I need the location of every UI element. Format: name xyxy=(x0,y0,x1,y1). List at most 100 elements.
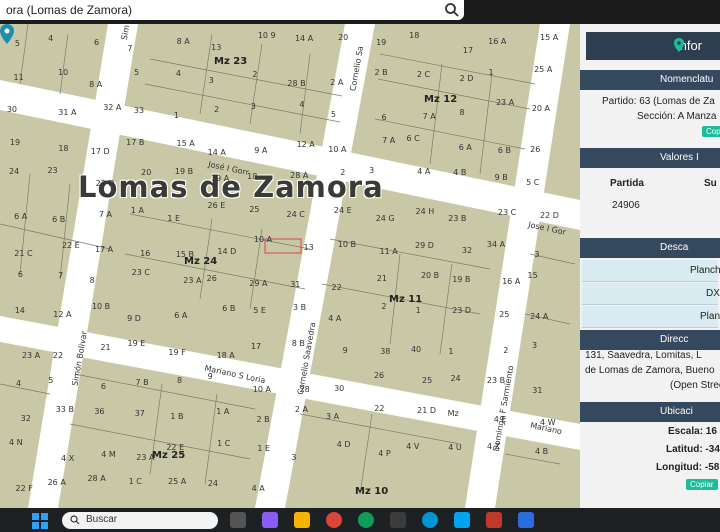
parcel-number: 23 D xyxy=(452,305,472,315)
parcel-number: 16 xyxy=(140,248,151,258)
escala-text: Escala: 16 xyxy=(668,426,717,437)
parcel-number: 3 xyxy=(291,453,297,463)
parcel-number: 20 A xyxy=(531,103,551,113)
parcel-number: 24 G xyxy=(375,214,395,224)
parcel-number: 5 xyxy=(330,110,336,120)
parcel-number: 19 B xyxy=(174,166,194,176)
edge-icon[interactable] xyxy=(358,512,374,528)
parcel-number: 25 xyxy=(499,309,510,319)
parcel-number: 24 xyxy=(450,373,461,383)
location-pin-icon[interactable] xyxy=(0,24,14,44)
mail-icon[interactable] xyxy=(518,512,534,528)
address-line-3: (Open Stree xyxy=(670,380,720,391)
parcel-number: 14 A xyxy=(207,147,226,157)
top-bar: ora (Lomas de Zamora) xyxy=(0,0,720,24)
search-icon[interactable] xyxy=(444,2,460,18)
parcel-number: 22 xyxy=(331,282,342,292)
hp-icon[interactable] xyxy=(422,512,438,528)
parcel-number: 19 B xyxy=(452,274,471,284)
direccion-title: Direcc xyxy=(580,330,720,350)
copy-coordinates-button[interactable]: Copiar xyxy=(686,479,718,490)
parcel-number: 2 A xyxy=(294,405,308,415)
parcel-number: 2 xyxy=(214,105,220,115)
parcel-number: 33 B xyxy=(55,404,74,414)
download-dxf[interactable]: DXF xyxy=(582,283,720,305)
parcel-number: 2 C xyxy=(416,70,431,80)
download-plano[interactable]: Planc xyxy=(582,306,720,328)
windows-start-icon[interactable] xyxy=(32,513,48,529)
parcel-number: 12 A xyxy=(296,139,315,149)
parcel-number: 10 A xyxy=(252,384,271,394)
parcel-number: 4 E xyxy=(493,414,507,424)
copilot-icon[interactable] xyxy=(262,512,278,528)
parcel-number: 17 B xyxy=(126,137,145,147)
store-icon[interactable] xyxy=(390,512,406,528)
parcel-number: 3 xyxy=(368,166,375,175)
taskbar-search-input[interactable]: Buscar xyxy=(62,512,218,529)
parcel-number: 21 C xyxy=(14,249,33,259)
parcel-number: 23 B xyxy=(448,214,467,224)
parcel-number: 20 xyxy=(141,168,152,178)
parcel-number: 4 B xyxy=(453,167,467,177)
parcel-number: 16 A xyxy=(502,277,521,287)
parcel-number: 6 C xyxy=(406,134,420,144)
parcel-number: 19 xyxy=(9,138,21,148)
partida-header: Partida xyxy=(610,178,644,189)
parcel-number: 17 D xyxy=(90,147,110,157)
parcel-number: 24 H xyxy=(415,206,435,216)
parcel-number: 31 xyxy=(532,385,543,395)
parcel-number: 22 E xyxy=(166,442,185,452)
parcel-number: 19 E xyxy=(127,339,146,349)
parcel-number: 1 A xyxy=(216,407,230,417)
parcel-number: 14 D xyxy=(217,247,237,257)
ubicacion-title: Ubicaci xyxy=(580,402,720,422)
parcel-number: 2 A xyxy=(330,78,344,88)
parcel-number: 11 A xyxy=(379,246,398,256)
parcel-number: 6 A xyxy=(458,143,472,153)
location-search-input[interactable]: ora (Lomas de Zamora) xyxy=(0,0,464,20)
parcel-number: 8 A xyxy=(176,36,190,46)
parcel-number: 24 C xyxy=(286,209,305,219)
task-view-icon[interactable] xyxy=(230,512,246,528)
parcel-number: 23 A xyxy=(495,98,515,108)
location-pin-icon xyxy=(674,38,684,52)
chrome-icon[interactable] xyxy=(326,512,342,528)
parcel-number: 1 C xyxy=(217,439,231,448)
parcel-number: 6 B xyxy=(52,214,66,224)
parcel-number: 2 xyxy=(381,302,387,312)
parcel-number: 4 N xyxy=(9,438,23,448)
parcel-number: 20 B xyxy=(420,270,440,280)
parcel-number: 38 xyxy=(380,347,391,357)
support-icon[interactable] xyxy=(454,512,470,528)
parcel-number: 24 E xyxy=(333,206,352,216)
parcel-number: 17 xyxy=(250,341,262,351)
longitud-text: Longitud: -58 xyxy=(656,462,720,473)
address-line-2: de Lomas de Zamora, Bueno xyxy=(585,365,715,376)
mcafee-icon[interactable] xyxy=(486,512,502,528)
info-panel: Infor Nomenclatu Partido: 63 (Lomas de Z… xyxy=(580,24,720,508)
parcel-number: 28 B xyxy=(287,78,306,88)
parcel-number: 6 xyxy=(381,113,387,123)
parcel-number: 8 xyxy=(89,276,95,286)
parcel-number: 18 xyxy=(247,171,258,181)
cadastral-map[interactable]: Lomas de Zamora Mz 23 Mz 12 Mz 24 Mz 11 … xyxy=(0,24,580,508)
manzana-label: Mz 12 xyxy=(424,94,458,105)
parcel-number: 5 xyxy=(14,38,20,48)
parcel-number: 3 xyxy=(534,249,540,259)
parcel-number: 25 A xyxy=(168,477,187,487)
parcel-number: 25 xyxy=(249,204,260,214)
parcel-number: 15 A xyxy=(176,139,195,149)
parcel-number: 33 xyxy=(133,105,145,115)
parcel-number: 29 D xyxy=(415,241,434,251)
parcel-number: 19 A xyxy=(211,173,230,183)
file-explorer-icon[interactable] xyxy=(294,512,310,528)
parcel-number: 4 P xyxy=(378,449,391,459)
parcel-number: 2 xyxy=(503,345,509,355)
parcel-number: 4 Z xyxy=(487,442,501,452)
parcel-number: 4 xyxy=(175,69,181,79)
copy-nomenclatura-button[interactable]: Cop xyxy=(702,126,720,137)
parcel-number: 9 B xyxy=(494,172,508,182)
download-plancheta[interactable]: Planch xyxy=(582,260,720,282)
parcel-number: 10 xyxy=(58,68,69,78)
parcel-number: 23 A xyxy=(136,452,155,462)
